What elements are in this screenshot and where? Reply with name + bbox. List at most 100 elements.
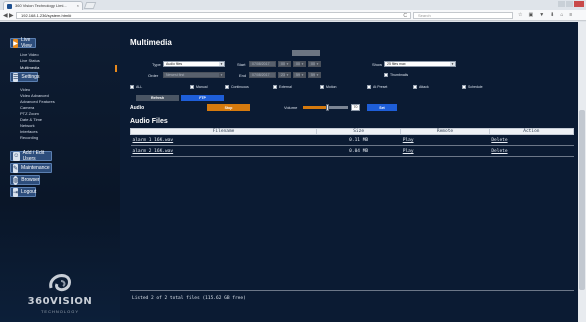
- filter-schedule-checkbox[interactable]: Schedule: [462, 85, 483, 89]
- end-hour-select[interactable]: 23 ▼: [278, 72, 291, 78]
- chevron-down-icon: ▼: [285, 62, 290, 66]
- menu-icon[interactable]: ≡: [569, 12, 572, 19]
- order-select-value: Newest first: [166, 73, 185, 77]
- order-label: Order: [148, 73, 159, 78]
- wrench-icon: ✎: [13, 163, 19, 173]
- sidebar-item-network[interactable]: Network: [20, 123, 35, 128]
- pocket-icon[interactable]: ▼: [539, 12, 544, 19]
- settings-label: Settings: [21, 74, 40, 80]
- page-scrollbar[interactable]: [578, 22, 586, 322]
- end-date-field[interactable]: 07/08/2017: [249, 72, 276, 78]
- reload-icon[interactable]: C: [403, 13, 407, 19]
- sidebar-item-recording[interactable]: Recording: [20, 135, 38, 140]
- reading-list-icon[interactable]: ▣: [528, 12, 533, 19]
- tab-close-icon[interactable]: ×: [77, 3, 79, 8]
- checkbox-box[interactable]: [273, 85, 277, 89]
- filter-label: Motion: [326, 85, 337, 89]
- checkbox-box[interactable]: [320, 85, 324, 89]
- order-select[interactable]: Newest first ▼: [163, 72, 225, 78]
- show-select[interactable]: 25 files max ▼: [384, 61, 456, 67]
- status-indicator: [292, 50, 320, 56]
- type-select[interactable]: Audio files ▼: [163, 61, 225, 67]
- sidebar-item-camera[interactable]: Camera: [20, 105, 34, 110]
- checkbox-box[interactable]: [130, 85, 134, 89]
- end-second-select[interactable]: 59 ▼: [308, 72, 321, 78]
- logout-button[interactable]: ⇥ Logout: [10, 187, 36, 197]
- page-title: Multimedia: [130, 38, 172, 47]
- start-hour-select[interactable]: 00 ▼: [278, 61, 291, 67]
- refresh-button[interactable]: Refresh: [136, 95, 179, 101]
- filename-link[interactable]: alarm 1 16K.wav: [133, 138, 174, 143]
- filter-all-checkbox[interactable]: ALL: [130, 85, 142, 89]
- play-link[interactable]: Play: [403, 138, 414, 143]
- add-edit-users-button[interactable]: ☺ Add / Edit Users: [10, 150, 52, 162]
- logo-swirl-icon: [49, 274, 71, 292]
- maximize-icon[interactable]: [566, 1, 573, 7]
- sidebar-item-live-status[interactable]: Live Status: [20, 58, 40, 63]
- volume-slider-handle[interactable]: [326, 104, 330, 111]
- new-tab-button[interactable]: [83, 2, 97, 9]
- user-icon: ☺: [13, 151, 20, 161]
- live-view-label: Live View: [21, 37, 32, 49]
- sidebar-item-date-time[interactable]: Date & Time: [20, 117, 42, 122]
- thumbnails-checkbox[interactable]: Thumbnails: [384, 73, 408, 77]
- maintenance-label: Maintenance: [21, 165, 50, 171]
- filter-attack-checkbox[interactable]: Attack: [413, 85, 429, 89]
- filename-link[interactable]: alarm 2 16K.wav: [133, 149, 174, 154]
- end-label: End: [239, 73, 247, 78]
- sidebar-item-video-advanced[interactable]: Video Advanced: [20, 93, 49, 98]
- end-minute-select[interactable]: 59 ▼: [293, 72, 306, 78]
- maintenance-button[interactable]: ✎ Maintenance: [10, 163, 52, 173]
- settings-button[interactable]: ☰ Settings: [10, 72, 40, 82]
- filter-manual-checkbox[interactable]: Manual: [190, 85, 207, 89]
- checkbox-box[interactable]: [462, 85, 466, 89]
- start-second-select[interactable]: 00 ▼: [308, 61, 321, 67]
- logo-text: 360VISION: [27, 296, 93, 307]
- delete-link[interactable]: Delete: [491, 138, 507, 143]
- sidebar-item-live-video[interactable]: Live Video: [20, 52, 39, 57]
- url-text: 192.168.1.236/system.html#: [21, 13, 72, 18]
- search-placeholder: Search: [418, 13, 431, 18]
- live-view-icon: ▶: [13, 38, 19, 48]
- play-link[interactable]: Play: [403, 149, 414, 154]
- scrollbar-thumb[interactable]: [579, 110, 585, 290]
- home-icon[interactable]: ⌂: [560, 12, 563, 19]
- checkbox-box[interactable]: [190, 85, 194, 89]
- sidebar-item-advanced-features[interactable]: Advanced Features: [20, 99, 55, 104]
- show-label: Show: [372, 62, 383, 67]
- address-bar[interactable]: 192.168.1.236/system.html# C: [16, 12, 411, 19]
- ftp-button[interactable]: FTP: [181, 95, 224, 101]
- filter-label: At Preset: [373, 85, 388, 89]
- close-window-icon[interactable]: [574, 1, 584, 7]
- minimize-icon[interactable]: [558, 1, 565, 7]
- filter-external-checkbox[interactable]: External: [273, 85, 292, 89]
- set-button[interactable]: Set: [367, 104, 397, 111]
- checkbox-box[interactable]: [367, 85, 371, 89]
- footer-divider: [130, 290, 574, 291]
- checkbox-box[interactable]: [413, 85, 417, 89]
- browser-tab[interactable]: 360 Vision Technology Limi... ×: [3, 1, 83, 10]
- filter-at-preset-checkbox[interactable]: At Preset: [367, 85, 387, 89]
- live-view-button[interactable]: ▶ Live View: [10, 37, 36, 49]
- sidebar-item-video[interactable]: Video: [20, 87, 30, 92]
- checkbox-box[interactable]: [225, 85, 229, 89]
- sidebar-item-interfaces[interactable]: Interfaces: [20, 129, 38, 134]
- start-minute-select[interactable]: 00 ▼: [293, 61, 306, 67]
- sidebar-item-ptz-zoom[interactable]: PTZ Zoom: [20, 111, 39, 116]
- browser-button[interactable]: ◍ Browser: [10, 175, 40, 185]
- download-icon[interactable]: ⬇: [550, 12, 554, 19]
- thumbnails-label: Thumbnails: [390, 73, 409, 77]
- start-date-value: 07/08/2017: [252, 62, 270, 66]
- volume-value-field[interactable]: 70: [351, 104, 360, 111]
- filter-motion-checkbox[interactable]: Motion: [320, 85, 337, 89]
- stop-button[interactable]: Stop: [207, 104, 250, 111]
- back-icon[interactable]: ◀: [3, 12, 8, 19]
- forward-icon[interactable]: ▶: [9, 12, 14, 19]
- start-date-field[interactable]: 07/08/2017: [249, 61, 276, 67]
- delete-link[interactable]: Delete: [491, 149, 507, 154]
- bookmark-star-icon[interactable]: ☆: [518, 12, 522, 19]
- sidebar-item-multimedia[interactable]: Multimedia: [20, 65, 39, 70]
- filter-continuous-checkbox[interactable]: Continuous: [225, 85, 249, 89]
- checkbox-box[interactable]: [384, 73, 388, 77]
- search-input[interactable]: Search: [413, 12, 513, 19]
